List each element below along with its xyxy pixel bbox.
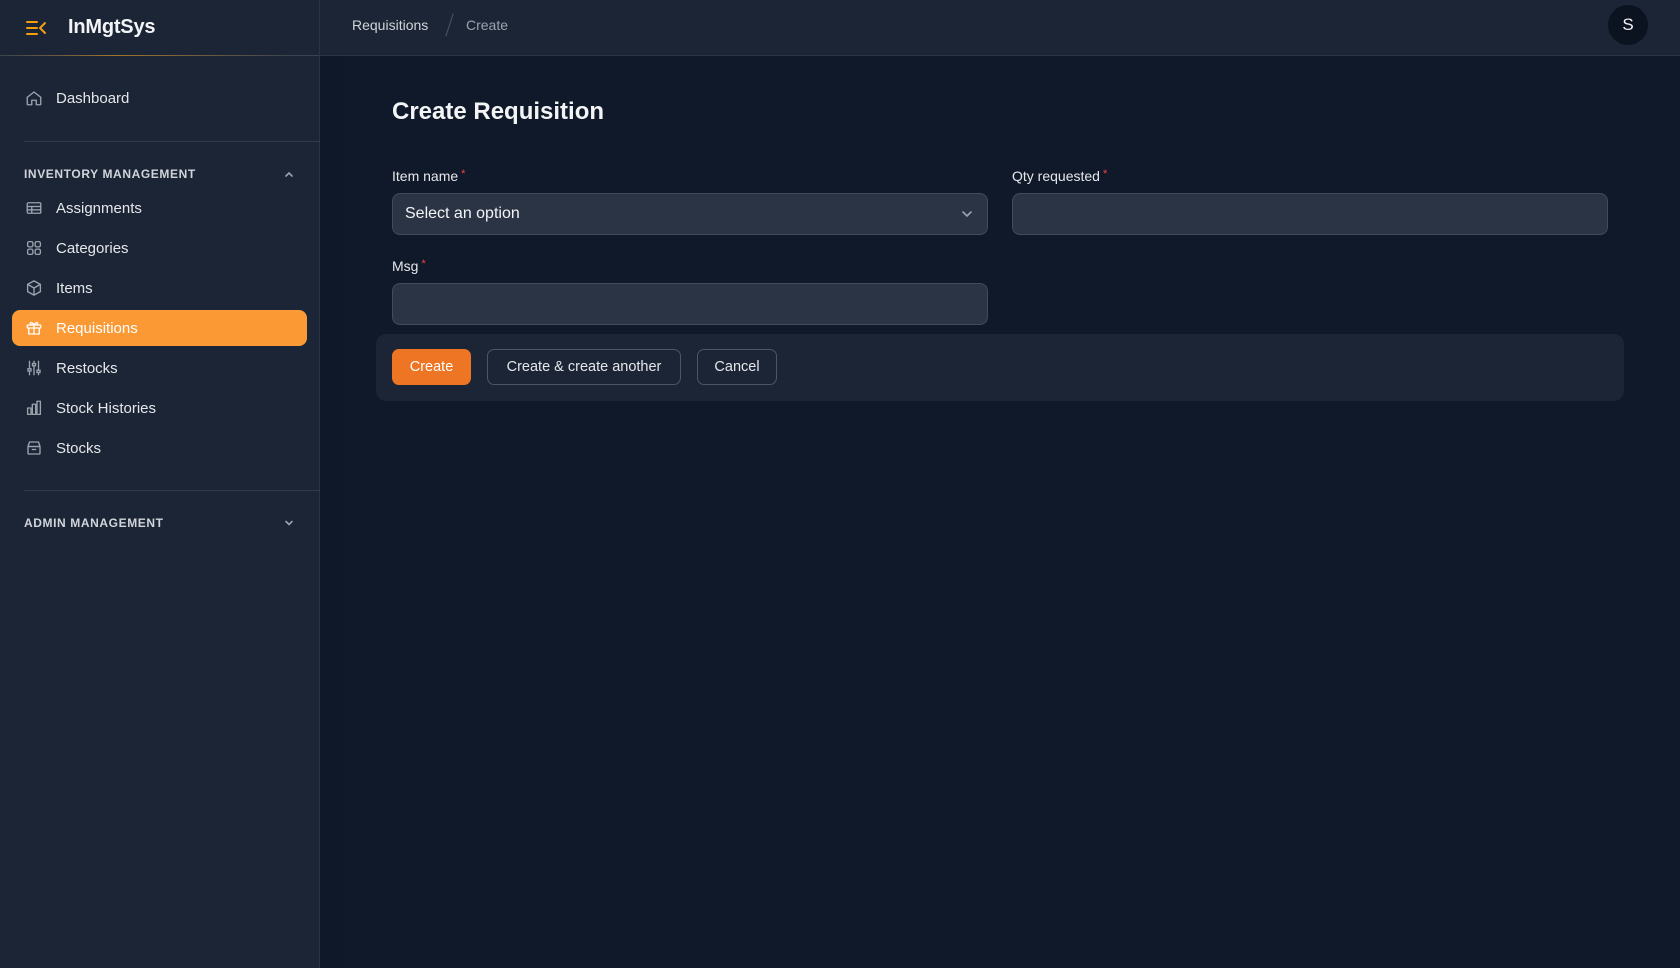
gift-icon [24,318,44,338]
sidebar-item-label: Dashboard [56,89,130,107]
item-name-select[interactable]: Select an option [392,193,988,235]
sidebar-item-label: Stock Histories [56,399,157,417]
sidebar-item-label: Categories [56,239,129,257]
admin-management-group[interactable]: ADMIN MANAGEMENT [24,513,296,533]
app-name: InMgtSys [68,16,156,38]
home-icon [24,88,44,108]
required-mark: * [1102,168,1108,180]
sidebar-item-stock-histories[interactable]: Stock Histories [12,390,307,426]
sidebar-item-stocks[interactable]: Stocks [12,430,307,466]
chevron-down-icon [282,516,296,530]
cancel-button[interactable]: Cancel [697,349,777,385]
required-mark: * [461,168,466,180]
page-title: Create Requisition [392,98,605,125]
sidebar-item-categories[interactable]: Categories [12,230,307,266]
user-avatar[interactable]: S [1608,5,1648,45]
item-name-label: Item name * [392,168,466,184]
sidebar-collapse-icon[interactable] [24,16,48,40]
qty-requested-label: Qty requested * [1012,168,1108,184]
group-title: ADMIN MANAGEMENT [24,516,164,530]
msg-input[interactable] [392,283,988,325]
chevron-up-icon [282,167,296,181]
qty-requested-input[interactable] [1012,193,1608,235]
create-button[interactable]: Create [392,349,471,385]
sidebar-item-label: Restocks [56,359,118,377]
brand-bar: InMgtSys [0,0,319,56]
msg-label: Msg * [392,258,426,274]
sidebar-divider [24,490,320,491]
sidebar-item-label: Requisitions [56,319,138,337]
sidebar-divider [24,141,320,142]
grid-icon [24,238,44,258]
required-mark: * [421,258,426,270]
sidebar-item-dashboard[interactable]: Dashboard [12,80,307,116]
sliders-icon [24,358,44,378]
breadcrumb-current: Create [466,17,509,33]
bar-chart-icon [24,398,44,418]
sidebar-item-label: Assignments [56,199,142,217]
sidebar-item-restocks[interactable]: Restocks [12,350,307,386]
sidebar: InMgtSys Dashboard INVENTORY MANAGEMENT … [0,0,320,968]
breadcrumb-requisitions[interactable]: Requisitions [352,17,428,33]
chevron-down-icon [959,206,975,222]
cube-icon [24,278,44,298]
top-bar: Requisitions Create [320,0,1680,56]
inventory-management-group[interactable]: INVENTORY MANAGEMENT [24,164,296,184]
sidebar-item-label: Items [56,279,93,297]
breadcrumb-separator [445,13,454,37]
create-another-button[interactable]: Create & create another [487,349,681,385]
sidebar-item-label: Stocks [56,439,102,457]
group-title: INVENTORY MANAGEMENT [24,167,196,181]
sidebar-item-requisitions[interactable]: Requisitions [12,310,307,346]
sidebar-item-items[interactable]: Items [12,270,307,306]
sidebar-item-assignments[interactable]: Assignments [12,190,307,226]
select-value: Select an option [405,205,520,222]
archive-icon [24,438,44,458]
table-icon [24,198,44,218]
